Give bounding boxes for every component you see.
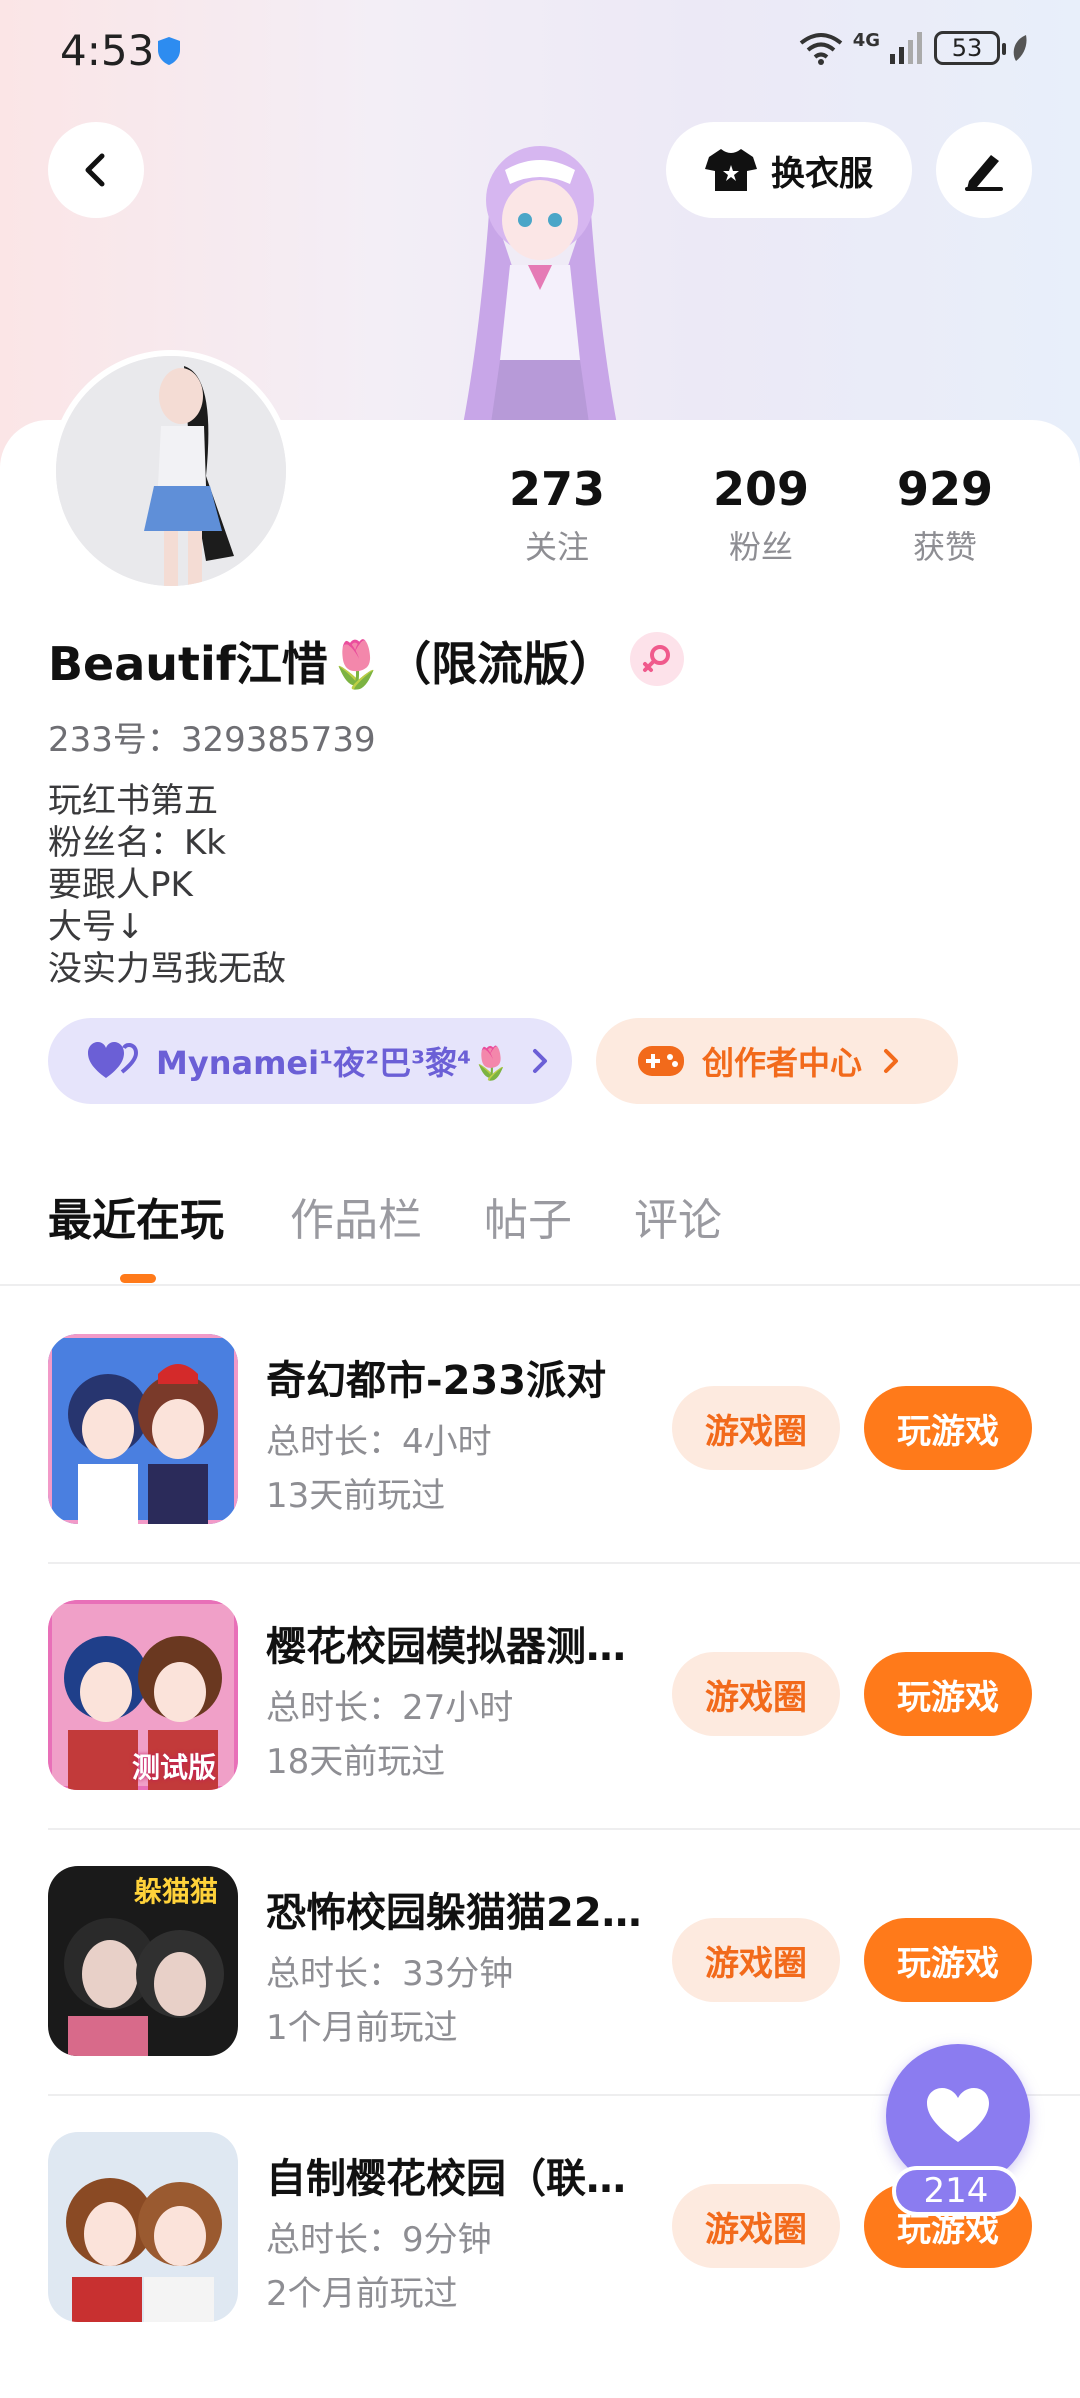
- game-duration: 总时长：9分钟: [266, 2220, 492, 2260]
- linked-account-chip[interactable]: Mynamei¹夜²巴³黎⁴🌷: [48, 1018, 572, 1104]
- avatar-figure: [56, 356, 286, 586]
- tab-posts[interactable]: 帖子: [484, 1184, 572, 1248]
- row-divider: [48, 1562, 1080, 1564]
- like-count-badge: 214: [892, 2166, 1020, 2216]
- battery-indicator: 53: [934, 30, 1006, 65]
- game-list-item[interactable]: 测试版 樱花校园模拟器测试版 总时长：27小时 18天前玩过 游戏圈 玩游戏: [0, 1600, 1080, 1866]
- play-game-button[interactable]: 玩游戏: [864, 1386, 1032, 1470]
- tabs-divider: [0, 1284, 1080, 1286]
- profile-name: Beautif江惜🌷（限流版）: [48, 637, 616, 691]
- tab-comments[interactable]: 评论: [634, 1184, 722, 1248]
- game-title: 奇幻都市-233派对: [266, 1358, 607, 1404]
- game-thumbnail: [48, 1334, 238, 1524]
- change-outfit-label: 换衣服: [771, 153, 873, 194]
- stat-likes[interactable]: 929 获赞: [860, 462, 1030, 568]
- tshirt-icon: [705, 149, 757, 191]
- stat-likes-label: 获赞: [912, 528, 977, 566]
- user-id: 233号：329385739: [48, 720, 376, 760]
- game-thumbnail: [48, 2132, 238, 2322]
- profile-bio: 玩红书第五 粉丝名：Kk 要跟人PK 大号↓ 没实力骂我无敌: [48, 780, 286, 990]
- tab-recently-played[interactable]: 最近在玩: [48, 1184, 224, 1248]
- network-type: 4G: [852, 30, 880, 51]
- status-bar: 4:53 4G 53: [0, 0, 1080, 100]
- tab-works[interactable]: 作品栏: [290, 1184, 422, 1248]
- back-button[interactable]: [48, 122, 144, 218]
- stat-following[interactable]: 273 关注: [472, 462, 642, 568]
- stat-likes-value: 929: [896, 462, 994, 516]
- linked-account-label: Mynamei¹夜²巴³黎⁴🌷: [156, 1044, 512, 1082]
- tab-indicator: [120, 1274, 156, 1283]
- edit-profile-button[interactable]: [936, 122, 1032, 218]
- shield-icon: [158, 37, 180, 65]
- game-duration: 总时长：4小时: [266, 1422, 492, 1462]
- stat-following-value: 273: [508, 462, 606, 516]
- play-game-button[interactable]: 玩游戏: [864, 1918, 1032, 2002]
- game-circle-button[interactable]: 游戏圈: [672, 2184, 840, 2268]
- chevron-right-icon: [884, 1049, 899, 1073]
- game-thumbnail: 测试版: [48, 1600, 238, 1790]
- game-last-played: 13天前玩过: [266, 1476, 446, 1516]
- game-title: 恐怖校园躲猫猫2233派对: [266, 1890, 656, 1936]
- game-circle-button[interactable]: 游戏圈: [672, 1652, 840, 1736]
- game-thumbnail: 躲猫猫: [48, 1866, 238, 2056]
- thumbnail-badge: 测试版: [132, 1751, 217, 1784]
- female-gender-icon: [630, 632, 684, 686]
- edit-icon: [965, 155, 1003, 191]
- status-time: 4:53: [60, 26, 155, 75]
- creator-center-chip[interactable]: 创作者中心: [596, 1018, 958, 1104]
- game-last-played: 2个月前玩过: [266, 2274, 458, 2314]
- hearts-icon: [88, 1042, 138, 1078]
- stat-following-label: 关注: [524, 528, 589, 566]
- bio-line: 要跟人PK: [48, 865, 193, 905]
- creator-center-label: 创作者中心: [702, 1044, 863, 1082]
- wifi-icon: [799, 32, 842, 65]
- game-circle-button[interactable]: 游戏圈: [672, 1386, 840, 1470]
- heart-icon: [927, 2088, 989, 2142]
- bio-line: 玩红书第五: [48, 781, 218, 821]
- stat-followers-label: 粉丝: [728, 528, 793, 566]
- profile-avatar[interactable]: [50, 350, 292, 592]
- game-last-played: 18天前玩过: [266, 1742, 446, 1782]
- thumbnail-badge: 躲猫猫: [134, 1875, 219, 1908]
- chevron-right-icon: [533, 1049, 548, 1073]
- gamepad-icon: [638, 1046, 684, 1076]
- game-title: 自制樱花校园（联机版）: [266, 2156, 656, 2202]
- game-duration: 总时长：33分钟: [266, 1954, 514, 1994]
- game-duration: 总时长：27小时: [266, 1688, 514, 1728]
- bio-line: 没实力骂我无敌: [48, 949, 286, 989]
- bio-line: 粉丝名：Kk: [48, 823, 226, 863]
- game-circle-button[interactable]: 游戏圈: [672, 1918, 840, 2002]
- play-game-button[interactable]: 玩游戏: [864, 1652, 1032, 1736]
- game-title: 樱花校园模拟器测试版: [266, 1624, 656, 1670]
- signal-icon: [890, 31, 922, 64]
- profile-tabs: 最近在玩 作品栏 帖子 评论: [0, 1184, 1080, 1284]
- leaf-icon: [1013, 34, 1027, 61]
- change-outfit-button[interactable]: 换衣服: [666, 122, 912, 218]
- row-divider: [48, 1828, 1080, 1830]
- game-list-item[interactable]: 奇幻都市-233派对 总时长：4小时 13天前玩过 游戏圈 玩游戏: [0, 1334, 1080, 1600]
- game-last-played: 1个月前玩过: [266, 2008, 458, 2048]
- stat-followers[interactable]: 209 粉丝: [676, 462, 846, 568]
- stat-followers-value: 209: [712, 462, 810, 516]
- bio-line: 大号↓: [48, 907, 145, 947]
- chevron-left-icon: [85, 153, 105, 187]
